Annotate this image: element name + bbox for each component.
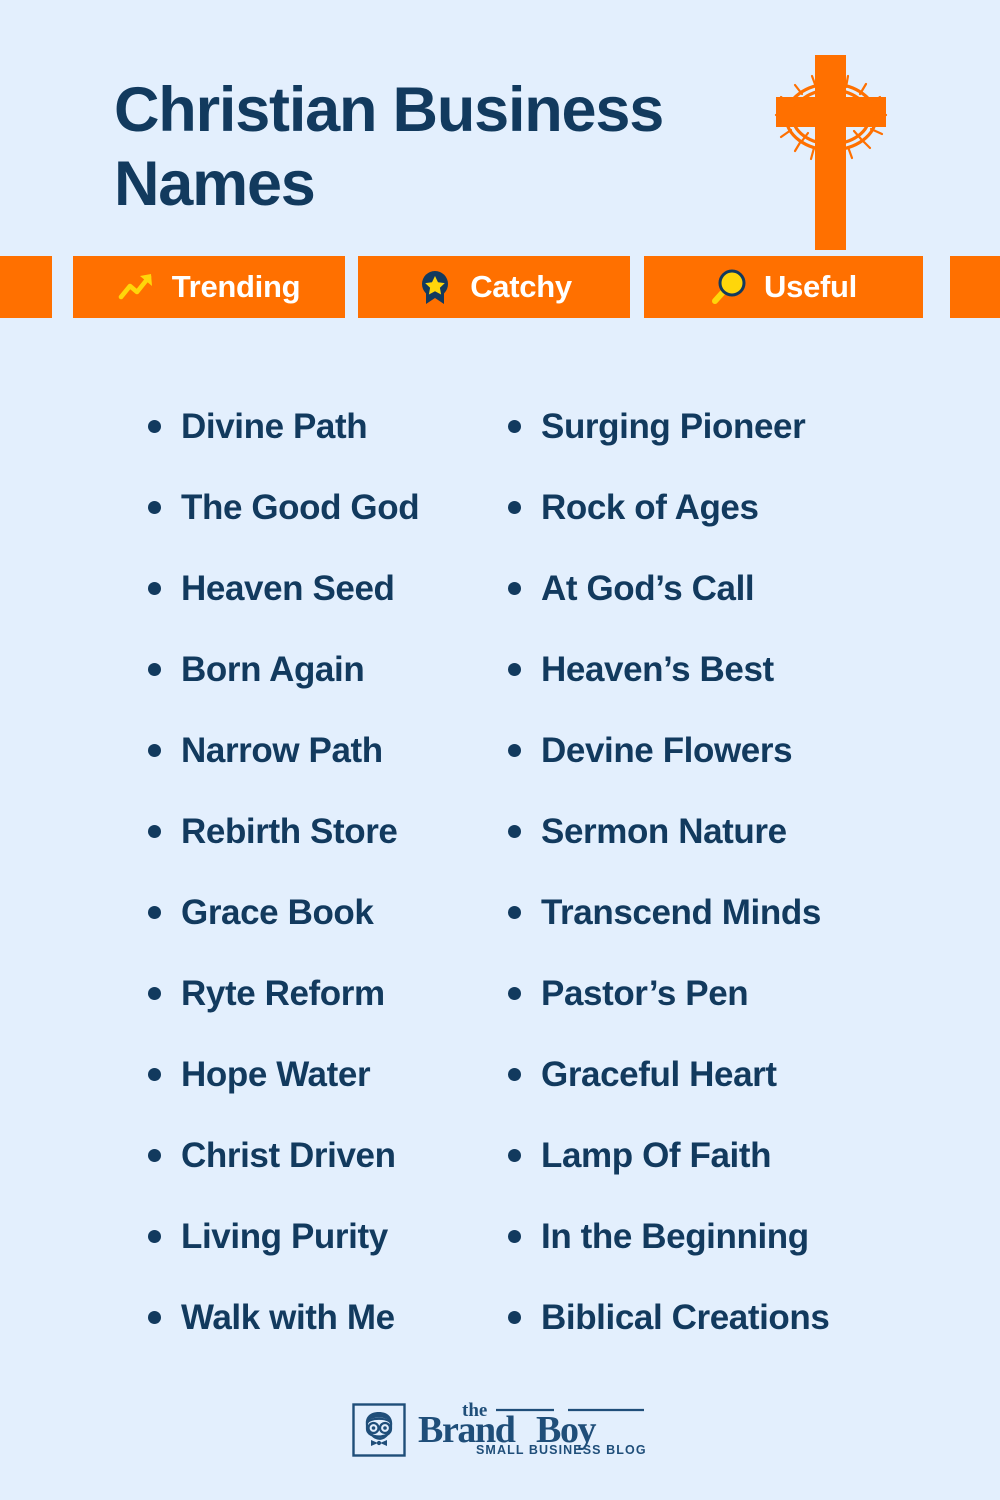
- award-ribbon-star-icon: [416, 268, 454, 306]
- list-item: Hope Water: [148, 1034, 419, 1115]
- page-title-line-1: Christian Business: [114, 75, 664, 145]
- bullet-icon: [508, 1149, 521, 1162]
- bullet-icon: [148, 906, 161, 919]
- bullet-icon: [508, 501, 521, 514]
- header: Christian Business Names: [0, 0, 1000, 250]
- list-item: Christ Driven: [148, 1115, 419, 1196]
- badge-strip: Trending Catchy Useful: [0, 256, 1000, 318]
- bullet-icon: [508, 825, 521, 838]
- list-item: Narrow Path: [148, 710, 419, 791]
- footer: the Brand Boy SMALL BUSINESS BLOG: [0, 1388, 1000, 1468]
- magnifying-glass-icon: [710, 268, 748, 306]
- list-item: In the Beginning: [508, 1196, 829, 1277]
- badge-trending[interactable]: Trending: [73, 256, 345, 318]
- bullet-icon: [148, 1230, 161, 1243]
- badge-strip-right-accent: [950, 256, 1000, 318]
- list-item: Born Again: [148, 629, 419, 710]
- cross-with-crown-of-thorns-icon: [756, 55, 906, 250]
- badge-strip-left-accent: [0, 256, 52, 318]
- bullet-icon: [148, 1149, 161, 1162]
- bullet-icon: [148, 420, 161, 433]
- bullet-icon: [508, 744, 521, 757]
- bullet-icon: [508, 906, 521, 919]
- svg-text:SMALL BUSINESS BLOG: SMALL BUSINESS BLOG: [476, 1443, 647, 1457]
- list-item: The Good God: [148, 467, 420, 548]
- list-item: Grace Book: [148, 872, 419, 953]
- badge-useful-label: Useful: [764, 269, 857, 304]
- bullet-icon: [508, 1230, 521, 1243]
- name-list-column-1: Divine Path The Good God Heaven Seed Bor…: [148, 386, 420, 1358]
- bullet-icon: [148, 663, 161, 676]
- list-item: Walk with Me: [148, 1277, 419, 1358]
- bullet-icon: [508, 1068, 521, 1081]
- bullet-icon: [148, 1311, 161, 1324]
- list-item: Devine Flowers: [508, 710, 829, 791]
- bullet-icon: [148, 582, 161, 595]
- list-item: Sermon Nature: [508, 791, 829, 872]
- list-item: Divine Path: [148, 386, 419, 467]
- bullet-icon: [508, 420, 521, 433]
- bullet-icon: [148, 987, 161, 1000]
- list-item: Living Purity: [148, 1196, 419, 1277]
- list-item: Rebirth Store: [148, 791, 419, 872]
- badge-useful[interactable]: Useful: [644, 256, 923, 318]
- bullet-icon: [508, 987, 521, 1000]
- list-item: Ryte Reform: [148, 953, 419, 1034]
- page-title-line-2: Names: [114, 148, 316, 219]
- badge-trending-label: Trending: [171, 269, 301, 304]
- bullet-icon: [508, 1311, 521, 1324]
- list-item: Lamp Of Faith: [508, 1115, 829, 1196]
- bullet-icon: [508, 663, 521, 676]
- list-item: Surging Pioneer: [508, 386, 829, 467]
- list-item: Heaven Seed: [148, 548, 419, 629]
- list-item: Rock of Ages: [508, 467, 829, 548]
- bullet-icon: [148, 501, 161, 514]
- brandboy-mascot-icon: [352, 1403, 406, 1457]
- list-item: Graceful Heart: [508, 1034, 829, 1115]
- trending-up-icon: [118, 268, 156, 306]
- page-title: Christian Business Names: [114, 74, 794, 221]
- badge-catchy-label: Catchy: [470, 269, 572, 304]
- brandboy-logo[interactable]: the Brand Boy SMALL BUSINESS BLOG: [352, 1397, 648, 1459]
- bullet-icon: [508, 582, 521, 595]
- badge-catchy[interactable]: Catchy: [358, 256, 630, 318]
- list-item: Transcend Minds: [508, 872, 829, 953]
- list-item: Pastor’s Pen: [508, 953, 829, 1034]
- list-item: At God’s Call: [508, 548, 829, 629]
- bullet-icon: [148, 825, 161, 838]
- bullet-icon: [148, 744, 161, 757]
- brandboy-wordmark: the Brand Boy SMALL BUSINESS BLOG: [416, 1397, 648, 1459]
- list-item: Biblical Creations: [508, 1277, 830, 1358]
- bullet-icon: [148, 1068, 161, 1081]
- name-list-column-2: Surging Pioneer Rock of Ages At God’s Ca…: [508, 386, 830, 1358]
- list-item: Heaven’s Best: [508, 629, 829, 710]
